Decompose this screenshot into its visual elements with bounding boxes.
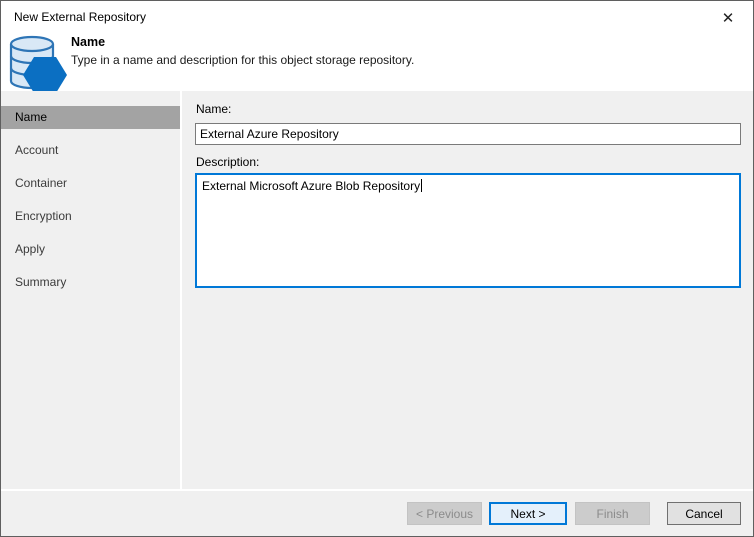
description-text: External Microsoft Azure Blob Repository bbox=[202, 179, 420, 193]
name-field-label: Name: bbox=[196, 102, 231, 116]
name-input[interactable] bbox=[195, 123, 741, 145]
object-storage-repository-icon bbox=[9, 35, 67, 93]
window-title: New External Repository bbox=[14, 10, 146, 24]
cancel-button[interactable]: Cancel bbox=[667, 502, 741, 525]
dialog-header: New External Repository ✕ Name Type in a… bbox=[1, 1, 753, 91]
description-textarea[interactable]: External Microsoft Azure Blob Repository bbox=[195, 173, 741, 288]
close-icon[interactable]: ✕ bbox=[711, 5, 745, 31]
sidebar-item-account[interactable]: Account bbox=[1, 139, 180, 162]
sidebar-item-container[interactable]: Container bbox=[1, 172, 180, 195]
new-external-repository-dialog: New External Repository ✕ Name Type in a… bbox=[0, 0, 754, 537]
sidebar-item-encryption[interactable]: Encryption bbox=[1, 205, 180, 228]
text-caret bbox=[421, 179, 422, 192]
sidebar-item-apply[interactable]: Apply bbox=[1, 238, 180, 261]
wizard-step-content: Name: Description: External Microsoft Az… bbox=[184, 91, 753, 489]
step-title: Name bbox=[71, 35, 105, 49]
finish-button[interactable]: Finish bbox=[575, 502, 650, 525]
dialog-body: Name Account Container Encryption Apply … bbox=[1, 91, 753, 489]
description-field-label: Description: bbox=[196, 155, 259, 169]
wizard-steps-sidebar: Name Account Container Encryption Apply … bbox=[1, 91, 182, 489]
dialog-footer: < Previous Next > Finish Cancel bbox=[1, 489, 753, 536]
previous-button[interactable]: < Previous bbox=[407, 502, 482, 525]
step-subtitle: Type in a name and description for this … bbox=[71, 53, 414, 67]
sidebar-item-name[interactable]: Name bbox=[1, 106, 180, 129]
sidebar-item-summary[interactable]: Summary bbox=[1, 271, 180, 294]
next-button[interactable]: Next > bbox=[489, 502, 567, 525]
